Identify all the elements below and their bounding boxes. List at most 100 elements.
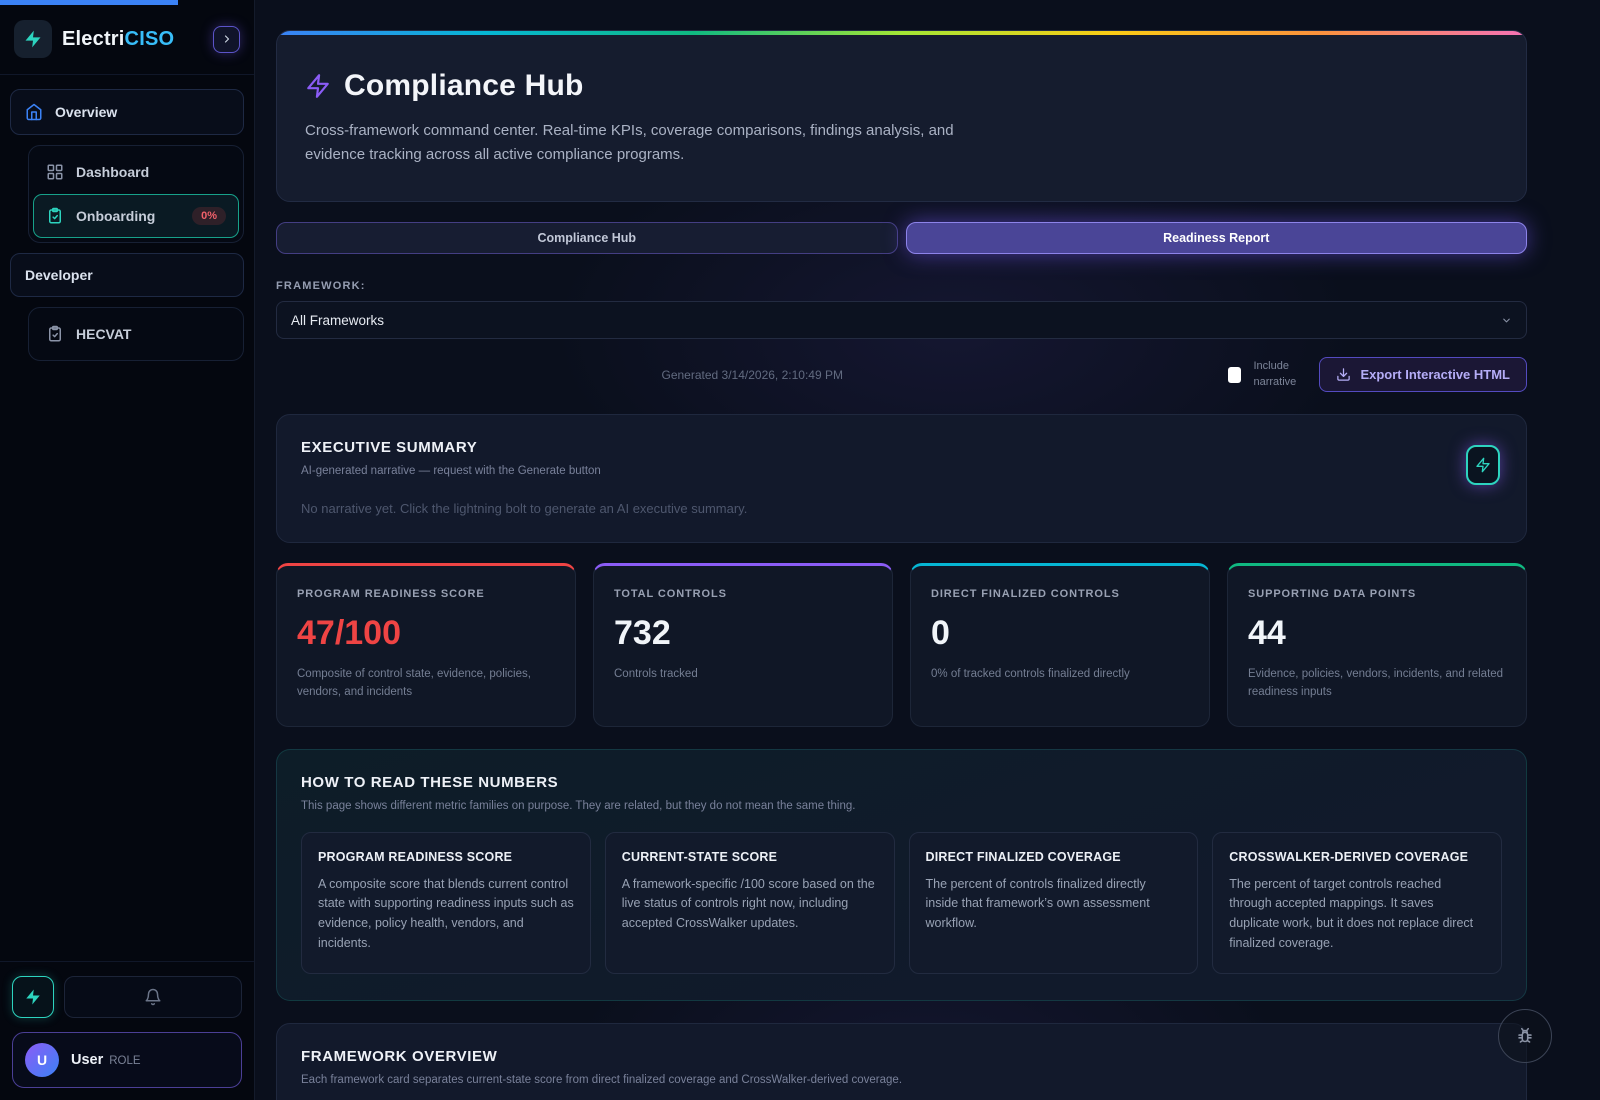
export-html-label: Export Interactive HTML [1360, 367, 1510, 382]
generate-summary-button[interactable] [1466, 445, 1500, 485]
brand-name-secondary: CISO [124, 27, 175, 50]
loading-progress-bar [0, 0, 178, 5]
kpi-value: 44 [1248, 614, 1286, 652]
kpi-label: DIRECT FINALIZED CONTROLS [931, 588, 1120, 600]
lightning-icon [305, 73, 331, 99]
bug-icon [1514, 1025, 1536, 1047]
tab-readiness-report[interactable]: Readiness Report [905, 222, 1527, 254]
kpi-description: Evidence, policies, vendors, incidents, … [1248, 668, 1504, 698]
how-to-cards: PROGRAM READINESS SCORE A composite scor… [301, 831, 1502, 974]
kpi-value: 0 [931, 614, 950, 652]
sidebar-item-dashboard[interactable]: Dashboard [33, 150, 239, 194]
framework-filter-label: FRAMEWORK: [276, 280, 366, 292]
framework-select-value: All Frameworks [291, 312, 385, 328]
info-card-title: DIRECT FINALIZED COVERAGE [925, 849, 1121, 864]
sidebar-item-developer[interactable]: Developer [10, 253, 244, 297]
framework-select[interactable]: All Frameworks [276, 301, 1527, 339]
user-menu[interactable]: U User ROLE [12, 1032, 242, 1088]
kpi-label: TOTAL CONTROLS [614, 588, 727, 600]
clipboard-check-icon [46, 325, 64, 343]
overview-subgroup: Dashboard Onboarding 0% [28, 145, 244, 243]
kpi-description: Controls tracked [614, 668, 698, 680]
brand-logo [14, 20, 52, 58]
avatar: U [25, 1043, 59, 1077]
brand-name: ElectriCISO [62, 28, 174, 51]
lightning-icon [1475, 457, 1491, 473]
info-card-program-readiness: PROGRAM READINESS SCORE A composite scor… [301, 831, 591, 974]
info-card-body: A composite score that blends current co… [318, 876, 574, 950]
framework-overview-section: FRAMEWORK OVERVIEW Each framework card s… [276, 1022, 1527, 1100]
sidebar-item-onboarding[interactable]: Onboarding 0% [33, 194, 239, 238]
tab-compliance-hub[interactable]: Compliance Hub [276, 222, 898, 254]
sidebar-nav: Overview Dashboard Onboarding 0% Develop… [0, 75, 254, 375]
framework-overview-title: FRAMEWORK OVERVIEW [301, 1047, 498, 1065]
info-card-direct-finalized: DIRECT FINALIZED COVERAGE The percent of… [908, 831, 1199, 974]
executive-summary-title: EXECUTIVE SUMMARY [301, 439, 478, 456]
user-name: User [71, 1052, 104, 1068]
sidebar-item-label: Overview [55, 104, 118, 120]
how-to-subtitle: This page shows different metric familie… [301, 799, 856, 812]
chevron-down-icon [1501, 315, 1512, 326]
how-to-title: HOW TO READ THESE NUMBERS [301, 773, 559, 791]
kpi-description: Composite of control state, evidence, po… [297, 668, 531, 698]
executive-summary-subtitle: AI-generated narrative — request with th… [301, 465, 601, 477]
brand-name-primary: Electri [62, 27, 125, 50]
page-header-card: Compliance Hub Cross-framework command c… [276, 30, 1527, 202]
how-to-read-section: HOW TO READ THESE NUMBERS This page show… [276, 748, 1527, 1001]
sidebar-footer: U User ROLE [0, 961, 254, 1100]
info-card-body: A framework-specific /100 score based on… [621, 876, 875, 931]
kpi-card-total-controls: TOTAL CONTROLS 732 Controls tracked [593, 563, 893, 727]
sidebar-item-label: HECVAT [76, 326, 132, 342]
developer-subgroup: HECVAT [28, 307, 244, 361]
info-card-current-state: CURRENT-STATE SCORE A framework-specific… [604, 831, 895, 974]
lightning-icon [24, 988, 42, 1006]
debug-button[interactable] [1498, 1009, 1552, 1063]
info-card-title: CURRENT-STATE SCORE [621, 849, 778, 864]
kpi-card-direct-finalized: DIRECT FINALIZED CONTROLS 0 0% of tracke… [910, 563, 1210, 727]
info-card-title: CROSSWALKER-DERIVED COVERAGE [1229, 849, 1469, 864]
view-tabs: Compliance Hub Readiness Report [276, 222, 1527, 254]
main-content: Compliance Hub Cross-framework command c… [255, 0, 1600, 1100]
brand: ElectriCISO [0, 0, 254, 74]
home-icon [25, 103, 43, 121]
onboarding-progress-badge: 0% [192, 207, 226, 225]
kpi-card-program-readiness: PROGRAM READINESS SCORE 47/100 Composite… [276, 563, 576, 727]
quick-action-button[interactable] [12, 976, 54, 1018]
download-icon [1336, 367, 1351, 382]
include-narrative-checkbox[interactable] [1228, 366, 1242, 383]
kpi-value: 47/100 [297, 614, 401, 652]
sidebar-item-hecvat[interactable]: HECVAT [33, 312, 239, 356]
kpi-value: 732 [614, 614, 671, 652]
sidebar-item-overview[interactable]: Overview [10, 89, 244, 135]
executive-summary-empty-text: No narrative yet. Click the lightning bo… [301, 501, 748, 516]
kpi-cards: PROGRAM READINESS SCORE 47/100 Composite… [276, 563, 1527, 727]
info-card-body: The percent of target controls reached t… [1229, 876, 1474, 950]
bell-icon [144, 988, 162, 1006]
framework-overview-subtitle: Each framework card separates current-st… [301, 1073, 903, 1086]
kpi-description: 0% of tracked controls finalized directl… [931, 668, 1130, 680]
notifications-button[interactable] [64, 976, 242, 1018]
clipboard-check-icon [46, 207, 64, 225]
chevron-right-icon [221, 33, 233, 45]
generated-timestamp: Generated 3/14/2026, 2:10:49 PM [661, 367, 843, 382]
lightning-icon [23, 29, 43, 49]
sidebar-collapse-button[interactable] [213, 25, 240, 53]
user-role: ROLE [109, 1055, 141, 1067]
sidebar: ElectriCISO Overview Dashboard Onboardin… [0, 0, 255, 1100]
executive-summary-card: EXECUTIVE SUMMARY AI-generated narrative… [276, 414, 1527, 543]
user-info: User ROLE [71, 1051, 141, 1069]
page-title: Compliance Hub [344, 69, 584, 102]
sidebar-item-label: Onboarding [76, 208, 156, 224]
report-meta-row: Generated 3/14/2026, 2:10:49 PM Include … [276, 357, 1527, 392]
info-card-crosswalker: CROSSWALKER-DERIVED COVERAGE The percent… [1212, 831, 1502, 974]
sidebar-item-label: Developer [25, 267, 93, 283]
info-card-body: The percent of controls finalized direct… [925, 876, 1150, 931]
export-html-button[interactable]: Export Interactive HTML [1319, 357, 1527, 392]
grid-icon [46, 163, 64, 181]
kpi-card-supporting-data: SUPPORTING DATA POINTS 44 Evidence, poli… [1227, 563, 1527, 727]
sidebar-item-label: Dashboard [76, 164, 150, 180]
include-narrative-label: Include narrative [1253, 360, 1297, 388]
kpi-label: SUPPORTING DATA POINTS [1248, 588, 1417, 600]
page-subtitle: Cross-framework command center. Real-tim… [305, 122, 954, 163]
kpi-label: PROGRAM READINESS SCORE [297, 588, 485, 600]
